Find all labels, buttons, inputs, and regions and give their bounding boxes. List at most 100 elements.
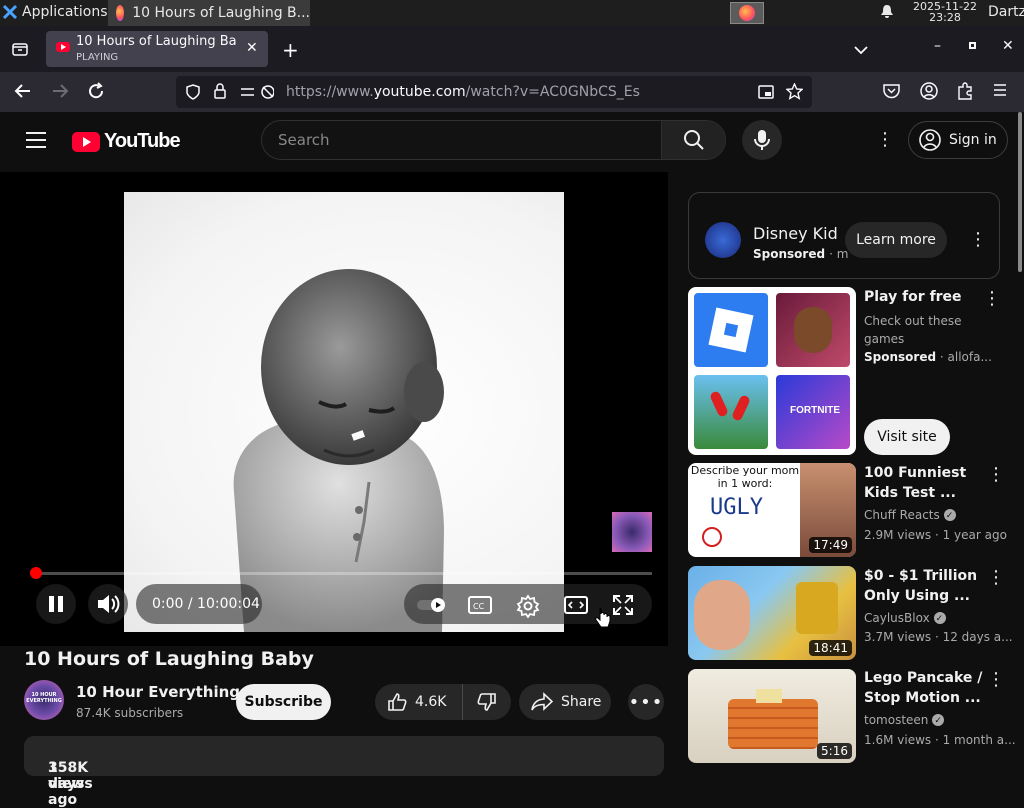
guide-menu-icon[interactable] [26,131,46,153]
list-tabs-chevron-icon[interactable] [854,40,868,59]
app-menu-icon[interactable] [992,82,1008,102]
firefox-tray-icon [739,5,755,21]
url-bar[interactable]: https://www.youtube.com/watch?v=AC0GNbCS… [176,76,812,108]
pocket-icon[interactable] [883,83,900,103]
play-pause-button[interactable] [36,584,76,624]
search-button[interactable] [661,121,725,159]
verified-icon [943,507,956,525]
tray-firefox-button[interactable] [730,2,764,24]
video-2-kebab-icon[interactable]: ⋮ [987,569,1005,587]
youtube-logo-icon [72,131,100,152]
new-tab-icon[interactable]: + [282,38,299,62]
video-1-kebab-icon[interactable]: ⋮ [987,466,1005,484]
search-input[interactable]: Search [278,131,330,149]
page-scrollbar[interactable] [1018,112,1022,272]
lock-icon[interactable] [213,83,227,103]
video-title-1: 100 Funniest Kids Test ... [864,463,966,503]
video-3-kebab-icon[interactable]: ⋮ [987,671,1005,689]
youtube-logo[interactable]: YouTube [72,130,181,153]
theater-mode-icon [564,596,588,614]
video-thumbnail-1[interactable]: Describe your mom in 1 word: UGLY 17:49 [688,463,856,557]
url-text[interactable]: https://www.youtube.com/watch?v=AC0GNbCS… [286,84,640,100]
settings-kebab-icon[interactable]: ⋮ [876,131,894,149]
extensions-icon[interactable] [956,82,974,104]
account-circle-icon [919,129,941,151]
tab-close-icon[interactable]: ✕ [246,40,258,56]
minimize-icon[interactable]: – [934,38,941,54]
permissions-icon[interactable] [240,84,275,104]
games-ad-title[interactable]: Play for free [864,287,962,307]
bookmark-star-icon[interactable] [785,82,804,104]
visit-site-button[interactable]: Visit site [864,419,950,455]
video-title-1-line1: 100 Funniest [864,465,967,481]
forward-arrow-icon[interactable] [51,82,69,104]
description-box[interactable]: 158K views 3 days ago [24,736,664,808]
maximize-icon[interactable] [969,42,976,49]
video-channel-2: CaylusBlox [864,609,946,628]
firefox-icon [116,5,125,21]
learn-more-button[interactable]: Learn more [845,222,947,258]
theater-mode-button[interactable] [564,596,588,618]
video-meta-2: 3.7M views · 12 days a... [864,630,1013,644]
fullscreen-button[interactable] [612,594,634,620]
voice-search-button[interactable] [742,120,782,160]
video-duration-1: 17:49 [809,537,852,553]
games-ad-thumbnail[interactable]: FORTNITE [688,287,856,455]
games-ad-sponsored: Sponsored [864,350,937,364]
search-box[interactable]: Search [261,120,726,160]
settings-button[interactable] [516,594,540,622]
video-player[interactable]: 0:00 / 10:00:04 CC [0,172,668,646]
channel-watermark[interactable] [612,512,652,552]
picture-in-picture-icon[interactable] [758,84,774,104]
video-duration-2: 18:41 [809,640,852,656]
back-arrow-icon[interactable] [14,82,32,104]
thumb1-text-area: Describe your mom in 1 word: UGLY [688,463,800,557]
sponsored-ad-card[interactable]: Disney Kid Sponsored · m Learn more ⋮ [688,192,1000,279]
progress-scrubber[interactable] [30,567,42,579]
share-label: Share [561,694,602,710]
channel-avatar[interactable]: 10 HOUR EVERYTHING [24,680,64,720]
user-menu[interactable]: Dartz [988,4,1024,20]
applications-menu[interactable]: Applications ☰ [2,4,121,20]
like-count: 4.6K [415,694,447,710]
thumb1-f-grade [702,527,722,547]
thumb1-text-3: UGLY [710,495,763,520]
thumb1-text-2: in 1 word: [717,477,773,490]
fortnite-tile: FORTNITE [776,375,850,449]
autoplay-icon [417,598,445,612]
like-button[interactable]: 4.6K [375,684,463,720]
clock[interactable]: 2025-11-22 23:28 [912,1,978,23]
tab-youtube[interactable]: 10 Hours of Laughing Ba PLAYING ✕ [46,31,268,67]
tracking-protection-shield-icon[interactable] [186,84,200,104]
games-ad-desc-line1: Check out these [864,314,962,328]
tab-overview-icon[interactable] [12,41,28,61]
progress-bar[interactable] [30,567,652,579]
account-icon[interactable] [920,82,938,104]
window-close-icon[interactable]: ✕ [1002,38,1014,54]
video-frame[interactable] [124,192,564,632]
video-thumbnail-3[interactable]: 5:16 [688,669,856,763]
video-channel-3-name: tomosteen [864,713,929,727]
autoplay-toggle[interactable] [417,597,447,616]
sign-in-button[interactable]: Sign in [908,121,1008,159]
reload-icon[interactable] [87,82,105,104]
thumb1-text-1: Describe your mom [690,464,800,477]
ad-kebab-icon[interactable]: ⋮ [969,231,987,249]
channel-name[interactable]: 10 Hour Everything [76,683,240,701]
subscribe-button[interactable]: Subscribe [236,684,331,720]
verified-icon [933,610,946,628]
captions-button[interactable]: CC [468,596,492,618]
taskbar-window-button[interactable]: 10 Hours of Laughing B... [108,0,310,26]
clock-time: 23:28 [929,11,961,24]
notification-bell-icon[interactable] [880,4,894,24]
dislike-button[interactable] [463,684,511,720]
share-icon [531,692,553,711]
video-thumbnail-2[interactable]: 18:41 [688,566,856,660]
fullscreen-icon [613,595,633,615]
tab-title: 10 Hours of Laughing Ba [76,34,237,49]
games-ad-kebab-icon[interactable]: ⋮ [983,290,1001,308]
share-button[interactable]: Share [519,684,611,720]
more-actions-button[interactable]: ••• [628,684,664,720]
applications-label: Applications [22,4,108,20]
mute-button[interactable] [88,584,128,624]
